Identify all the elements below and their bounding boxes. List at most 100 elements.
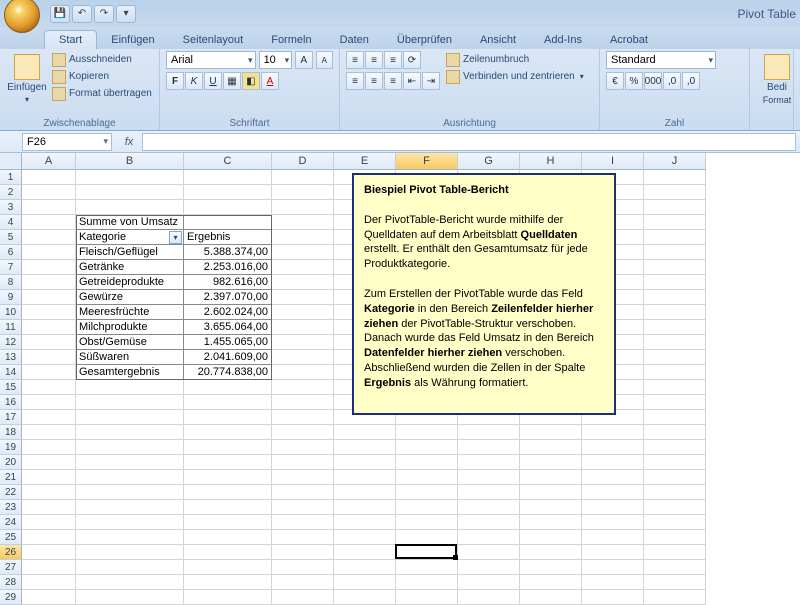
spreadsheet-grid[interactable]: ABCDEFGHIJ 12345678910111213141516171819… [0, 153, 800, 600]
cell[interactable] [582, 470, 644, 485]
cell[interactable] [272, 170, 334, 185]
cell[interactable] [396, 470, 458, 485]
cell-data[interactable]: 5.388.374,00 [184, 245, 272, 260]
grow-font-button[interactable]: A [295, 51, 312, 69]
cell[interactable] [22, 260, 76, 275]
cell[interactable] [272, 245, 334, 260]
cell[interactable] [644, 215, 706, 230]
row-header-8[interactable]: 8 [0, 275, 22, 290]
cell-data[interactable]: Getränke [76, 260, 184, 275]
cell[interactable] [22, 440, 76, 455]
cell[interactable] [272, 455, 334, 470]
align-middle-button[interactable]: ≡ [365, 51, 383, 69]
cell[interactable] [272, 590, 334, 605]
cell[interactable] [76, 455, 184, 470]
cell-data[interactable]: 2.253.016,00 [184, 260, 272, 275]
cell[interactable] [76, 545, 184, 560]
cell[interactable] [22, 185, 76, 200]
cell[interactable] [334, 440, 396, 455]
cell[interactable] [644, 230, 706, 245]
cell[interactable] [334, 515, 396, 530]
row-header-3[interactable]: 3 [0, 200, 22, 215]
italic-button[interactable]: K [185, 72, 203, 90]
cell[interactable] [76, 560, 184, 575]
col-header-H[interactable]: H [520, 153, 582, 170]
col-header-A[interactable]: A [22, 153, 76, 170]
cell-data[interactable]: 982.616,00 [184, 275, 272, 290]
cell[interactable] [22, 350, 76, 365]
cell[interactable] [76, 395, 184, 410]
cell[interactable] [76, 590, 184, 605]
wrap-text-button[interactable]: Zeilenumbruch [446, 51, 584, 68]
cell[interactable] [22, 500, 76, 515]
cell[interactable] [644, 335, 706, 350]
qat-save-icon[interactable]: 💾 [50, 5, 70, 23]
tab-start[interactable]: Start [44, 30, 97, 49]
tab-einfügen[interactable]: Einfügen [97, 31, 168, 49]
cell[interactable] [644, 530, 706, 545]
cell[interactable] [334, 560, 396, 575]
cell[interactable] [458, 440, 520, 455]
cell[interactable] [458, 575, 520, 590]
cell[interactable] [644, 575, 706, 590]
cell[interactable] [334, 470, 396, 485]
cell[interactable] [272, 185, 334, 200]
cell-data[interactable]: 1.455.065,00 [184, 335, 272, 350]
underline-button[interactable]: U [204, 72, 222, 90]
fx-icon[interactable]: fx [120, 133, 138, 151]
row-header-20[interactable]: 20 [0, 455, 22, 470]
cell[interactable] [272, 470, 334, 485]
row-header-18[interactable]: 18 [0, 425, 22, 440]
cell[interactable] [458, 530, 520, 545]
cell[interactable] [22, 305, 76, 320]
cell[interactable] [458, 560, 520, 575]
cell[interactable] [22, 230, 76, 245]
row-header-10[interactable]: 10 [0, 305, 22, 320]
cell[interactable] [272, 215, 334, 230]
cell[interactable] [458, 545, 520, 560]
row-header-21[interactable]: 21 [0, 470, 22, 485]
cell[interactable] [184, 425, 272, 440]
cell[interactable] [520, 425, 582, 440]
cell[interactable] [22, 290, 76, 305]
cell[interactable] [76, 200, 184, 215]
align-bottom-button[interactable]: ≡ [384, 51, 402, 69]
cell[interactable] [76, 530, 184, 545]
align-left-button[interactable]: ≡ [346, 72, 364, 90]
cell[interactable] [582, 545, 644, 560]
conditional-formatting-button[interactable]: Bedi Format [756, 51, 798, 108]
cell[interactable] [458, 590, 520, 605]
col-header-J[interactable]: J [644, 153, 706, 170]
cell[interactable] [644, 170, 706, 185]
cell[interactable] [582, 575, 644, 590]
cell[interactable] [520, 530, 582, 545]
cell[interactable] [22, 515, 76, 530]
cell[interactable] [458, 455, 520, 470]
cell[interactable] [22, 590, 76, 605]
cell[interactable] [76, 185, 184, 200]
row-header-19[interactable]: 19 [0, 440, 22, 455]
row-header-13[interactable]: 13 [0, 350, 22, 365]
qat-more-icon[interactable]: ▾ [116, 5, 136, 23]
cell[interactable] [520, 515, 582, 530]
cell[interactable] [644, 260, 706, 275]
cell[interactable] [76, 515, 184, 530]
row-header-24[interactable]: 24 [0, 515, 22, 530]
number-format-combo[interactable]: Standard [606, 51, 716, 69]
cell[interactable] [396, 455, 458, 470]
cell[interactable] [520, 545, 582, 560]
cell[interactable] [520, 485, 582, 500]
cell[interactable] [272, 380, 334, 395]
col-header-E[interactable]: E [334, 153, 396, 170]
cell[interactable] [396, 440, 458, 455]
cell[interactable] [22, 425, 76, 440]
cell[interactable] [22, 320, 76, 335]
cell-data[interactable]: Meeresfrüchte [76, 305, 184, 320]
tab-formeln[interactable]: Formeln [257, 31, 325, 49]
cell[interactable] [272, 575, 334, 590]
cut-button[interactable]: Ausschneiden [52, 51, 152, 68]
cell[interactable] [184, 395, 272, 410]
tab-acrobat[interactable]: Acrobat [596, 31, 662, 49]
cell[interactable] [272, 410, 334, 425]
pivot-filter-dropdown[interactable]: ▾ [169, 231, 182, 244]
